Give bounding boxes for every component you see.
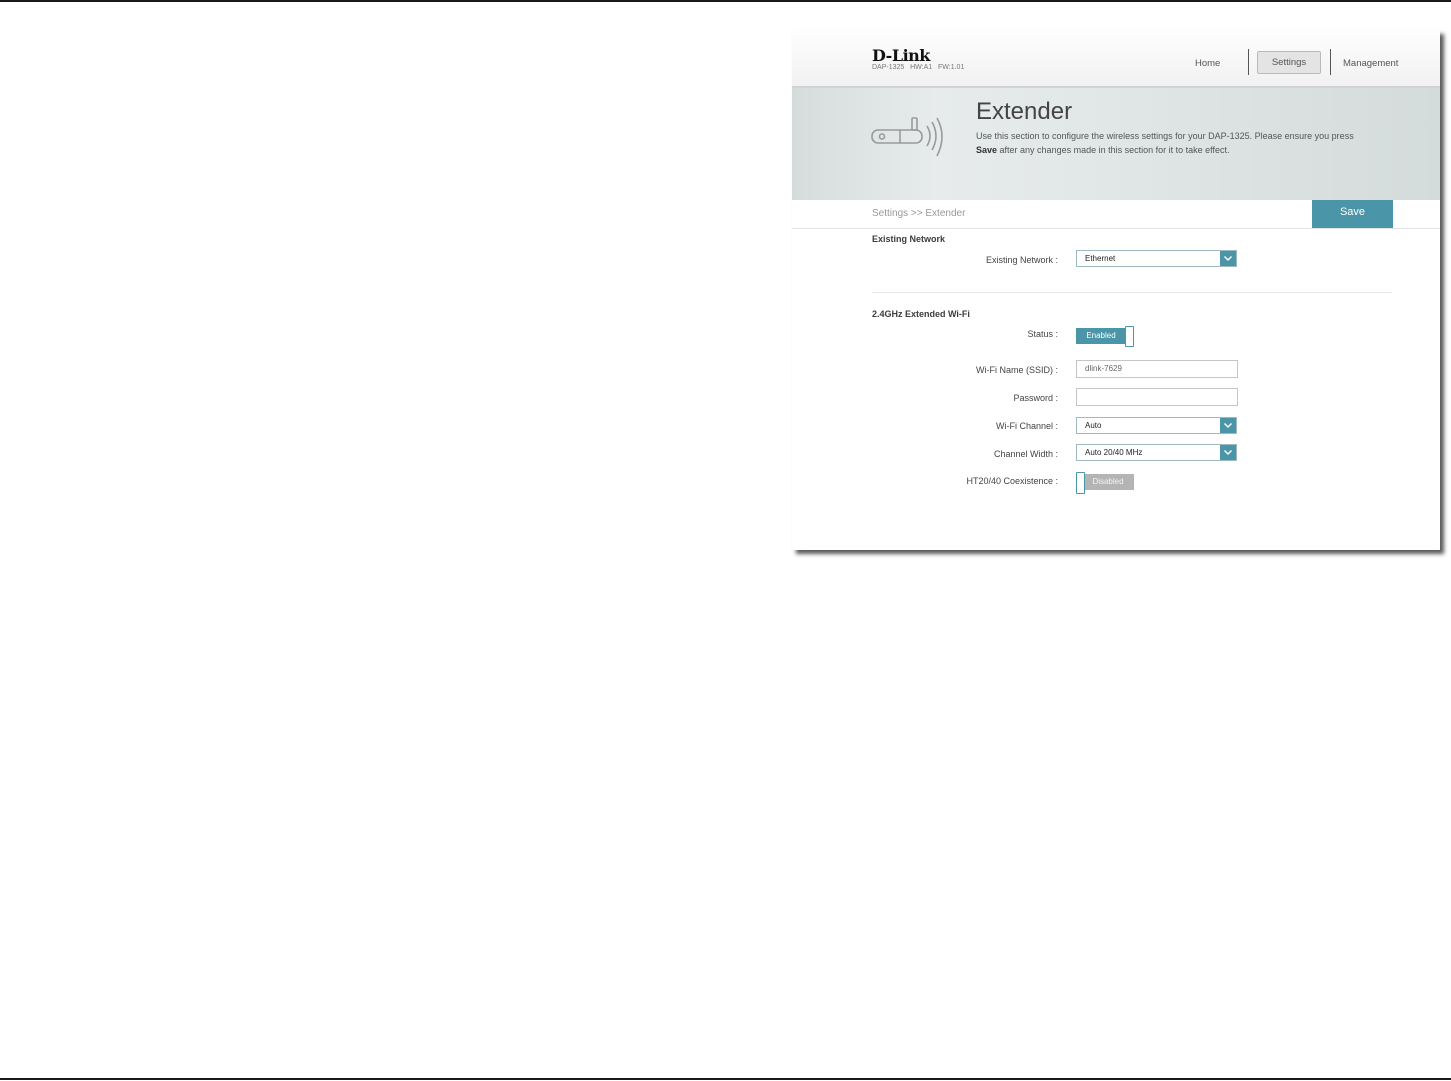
toggle-knob [1125, 326, 1134, 347]
save-button[interactable]: Save [1312, 200, 1393, 228]
page-description: Use this section to configure the wirele… [976, 131, 1354, 155]
coexistence-label: HT20/40 Coexistence : [966, 476, 1058, 486]
password-input[interactable] [1076, 388, 1238, 406]
nav-separator [1248, 49, 1249, 75]
existing-network-heading: Existing Network [872, 234, 946, 244]
chevron-down-icon [1220, 251, 1236, 266]
status-toggle-value: Enabled [1076, 328, 1126, 344]
chevron-down-icon [1220, 418, 1236, 433]
coexistence-toggle-value: Disabled [1082, 474, 1134, 490]
status-label: Status : [1027, 329, 1058, 339]
nav-settings[interactable]: Settings [1257, 51, 1321, 74]
breadcrumb-row: Settings >> Extender Save [792, 200, 1440, 229]
ssid-value: dlink-7629 [1085, 364, 1122, 373]
coexistence-toggle[interactable]: Disabled [1076, 472, 1134, 494]
extended-wifi-heading: 2.4GHz Extended Wi-Fi [872, 309, 970, 319]
section-divider [872, 292, 1392, 293]
header-bar: D-Link DAP-1325 HW:A1 FW:1.01 Home Setti… [792, 30, 1440, 88]
nav-home[interactable]: Home [1195, 58, 1220, 69]
page-banner: Extender Use this section to configure t… [792, 88, 1440, 200]
wifi-channel-label: Wi-Fi Channel : [995, 421, 1058, 431]
chevron-down-icon [1220, 445, 1236, 460]
page-title: Extender [976, 98, 1073, 125]
existing-network-value: Ethernet [1085, 254, 1116, 263]
nav-separator [1330, 49, 1331, 75]
channel-width-label: Channel Width : [993, 449, 1058, 459]
channel-width-select[interactable]: Auto 20/40 MHz [1076, 444, 1237, 461]
device-info: DAP-1325 HW:A1 FW:1.01 [872, 64, 965, 71]
extender-settings-window: D-Link DAP-1325 HW:A1 FW:1.01 Home Setti… [792, 30, 1440, 550]
page-bottom-rule [0, 1078, 1451, 1080]
ssid-label: Wi-Fi Name (SSID) : [976, 365, 1058, 375]
ssid-input[interactable]: dlink-7629 [1076, 360, 1238, 378]
status-toggle[interactable]: Enabled [1076, 326, 1134, 347]
extender-device-icon [871, 117, 943, 157]
breadcrumb: Settings >> Extender [872, 208, 966, 219]
toggle-knob [1076, 472, 1085, 494]
channel-width-value: Auto 20/40 MHz [1085, 448, 1143, 457]
existing-network-label: Existing Network : [985, 255, 1058, 265]
nav-management[interactable]: Management [1343, 58, 1398, 69]
dlink-logo: D-Link [872, 46, 930, 65]
wifi-channel-value: Auto [1085, 421, 1102, 430]
password-label: Password : [1013, 393, 1058, 403]
wifi-channel-select[interactable]: Auto [1076, 417, 1237, 434]
page-top-rule [0, 0, 1451, 2]
existing-network-select[interactable]: Ethernet [1076, 250, 1237, 267]
